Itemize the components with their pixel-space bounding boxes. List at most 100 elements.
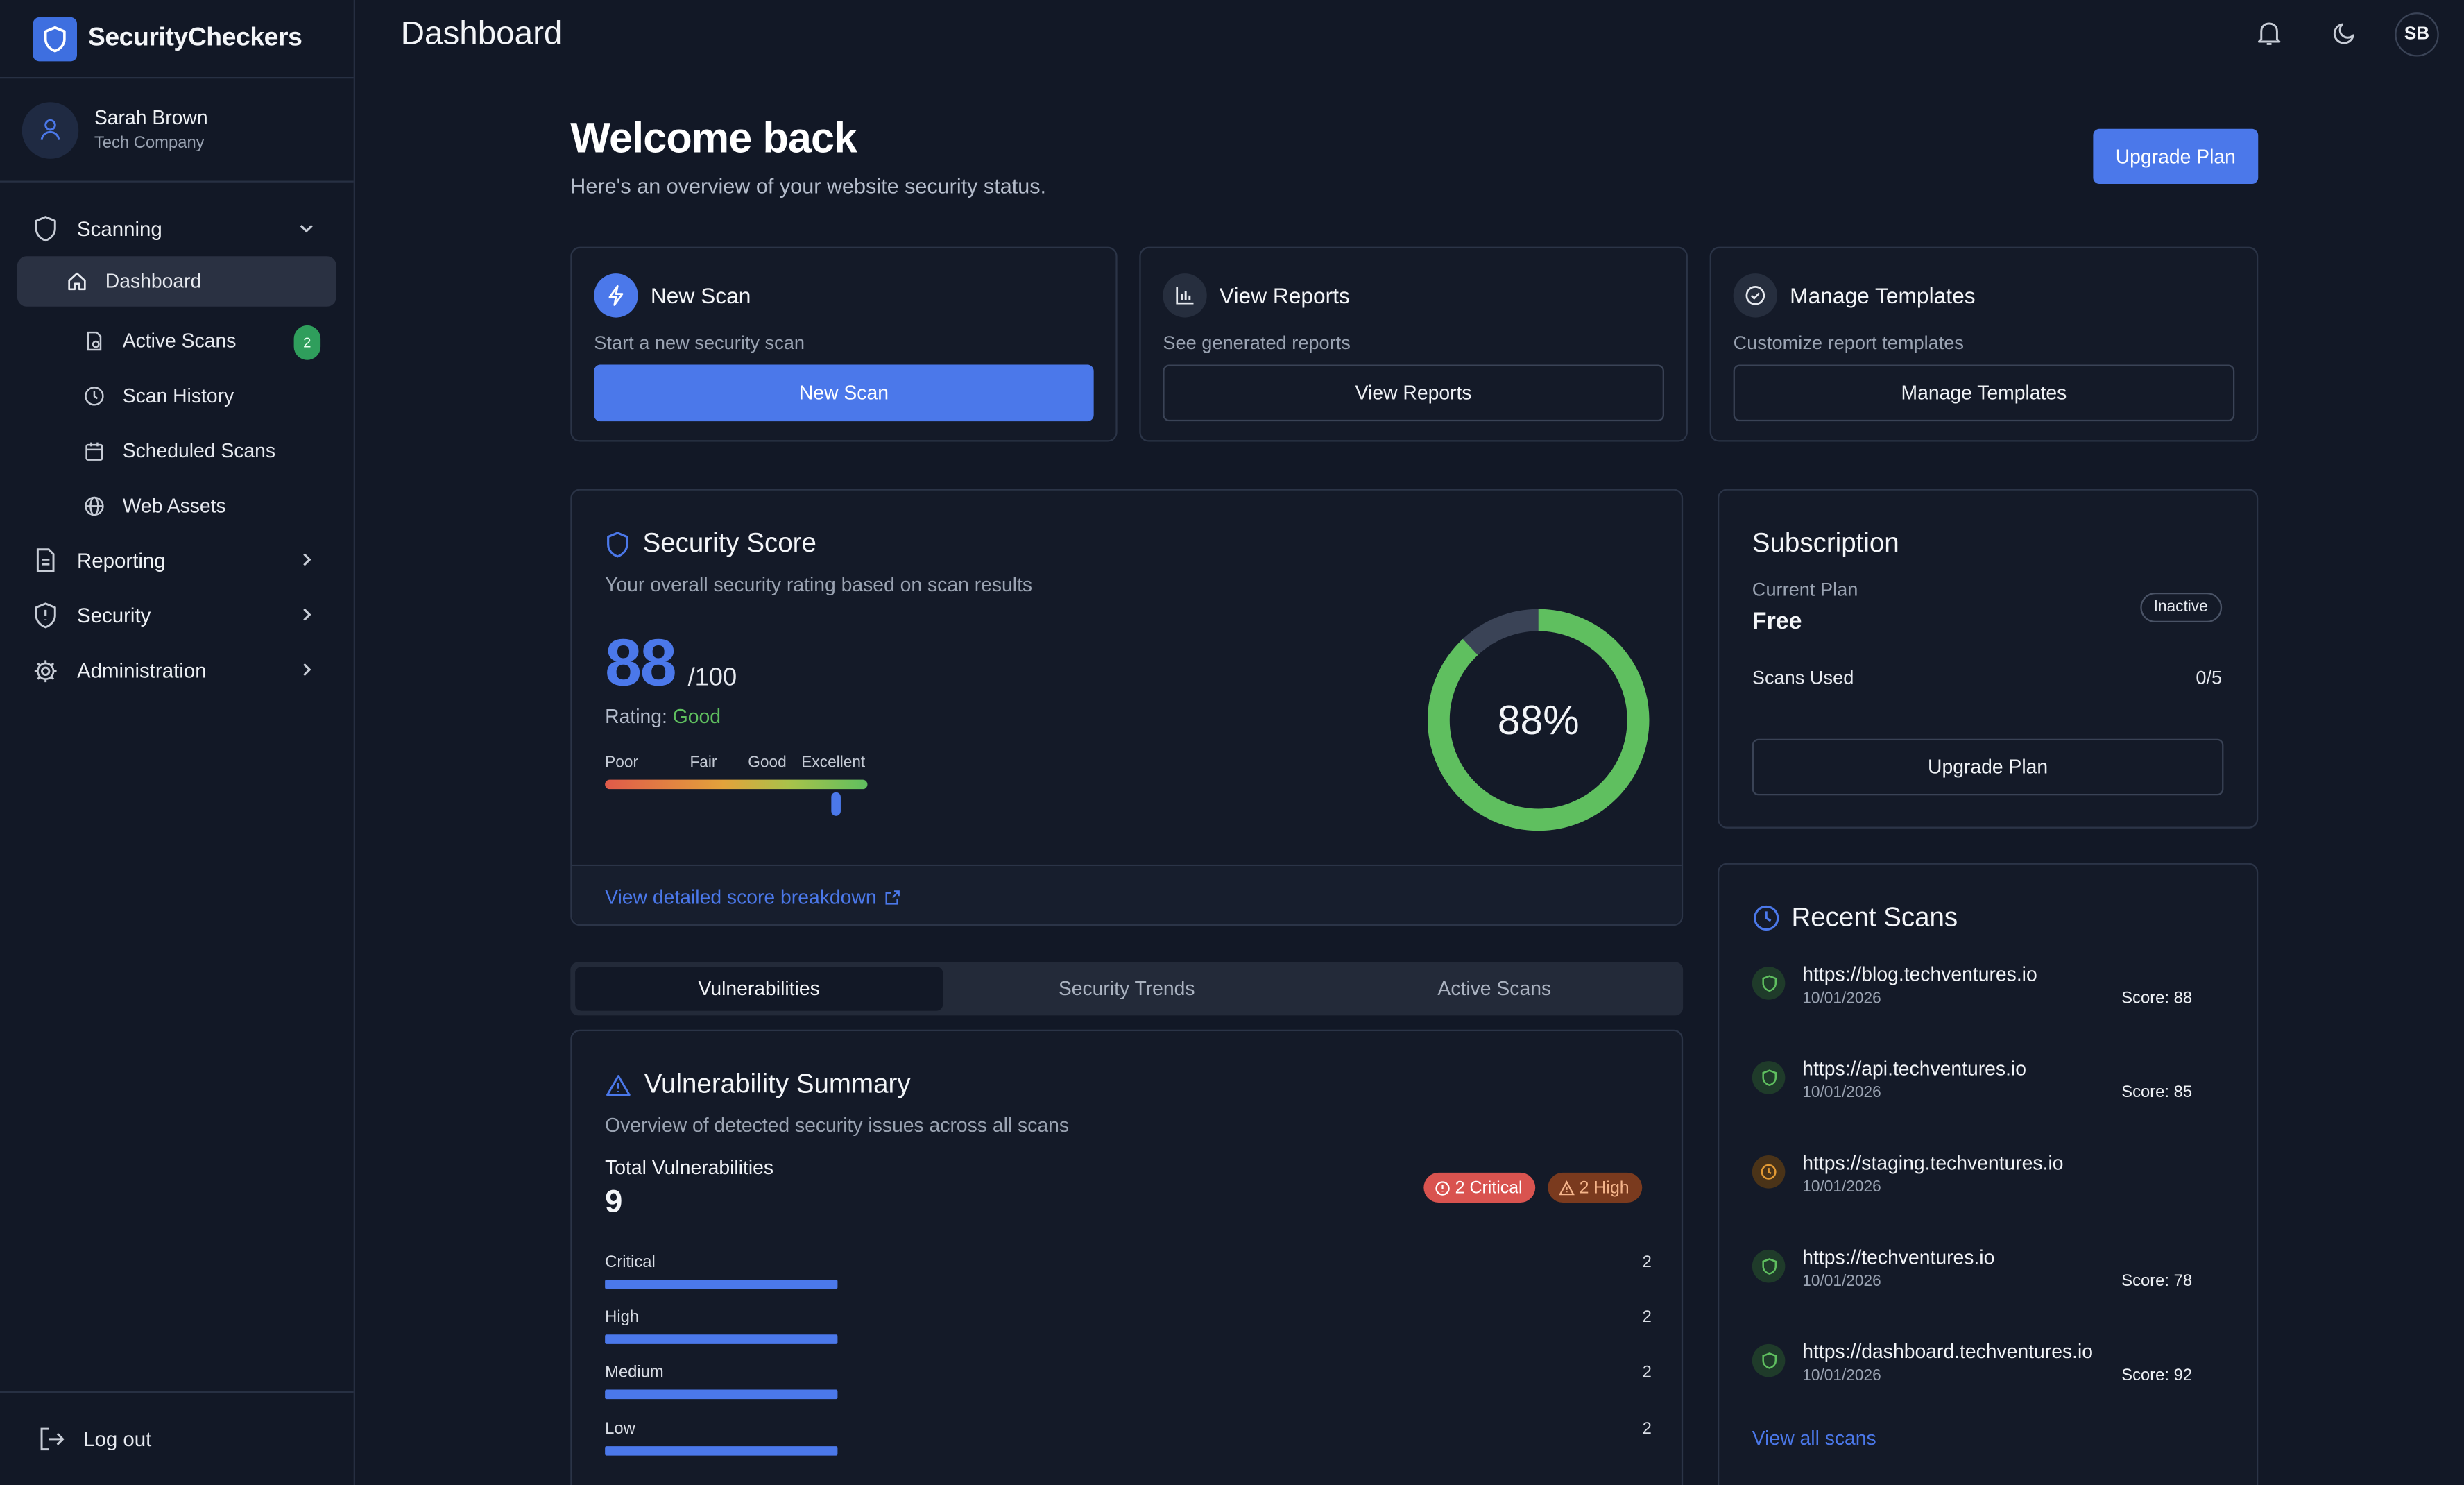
top-bar: Dashboard SB — [355, 0, 2464, 71]
high-count-badge: 2 High — [1548, 1172, 1642, 1203]
dashboard-tabs: Vulnerabilities Security Trends Active S… — [570, 962, 1684, 1016]
sidebar-item-scheduled-scans[interactable]: Scheduled Scans — [17, 423, 336, 477]
logout-label: Log out — [83, 1427, 152, 1451]
user-avatar[interactable]: SB — [2395, 12, 2439, 57]
score-breakdown-link[interactable]: View detailed score breakdown — [605, 886, 900, 909]
clock-icon — [1752, 904, 1781, 933]
link-label: View detailed score breakdown — [605, 886, 877, 909]
manage-templates-card: Manage Templates Customize report templa… — [1709, 246, 2259, 442]
chevron-right-icon — [297, 550, 316, 569]
vuln-row-count: 2 — [1642, 1363, 1652, 1382]
vuln-row-label: Low — [605, 1419, 635, 1439]
sidebar: SecurityCheckers Sarah Brown Tech Compan… — [0, 0, 355, 1485]
recent-scan-date: 10/01/2026 — [1802, 1273, 1881, 1291]
manage-templates-button[interactable]: Manage Templates — [1733, 364, 2235, 422]
nav-group-scanning[interactable]: Scanning — [0, 201, 354, 256]
moon-icon[interactable] — [2332, 19, 2359, 46]
recent-scan-item[interactable]: https://techventures.io 10/01/2026 Score… — [1752, 1246, 2192, 1309]
sidebar-item-label: Web Assets — [122, 494, 226, 517]
active-scans-count-badge: 2 — [293, 325, 321, 360]
recent-scans-card: Recent Scans https://blog.techventures.i… — [1717, 863, 2259, 1485]
chevron-right-icon — [297, 605, 316, 624]
scans-used-label: Scans Used — [1752, 666, 1854, 689]
card-title: New Scan — [650, 282, 751, 308]
external-link-icon — [884, 890, 900, 906]
scale-label-good: Good — [748, 754, 787, 772]
bell-icon[interactable] — [2257, 19, 2282, 47]
new-scan-card: New Scan Start a new security scan New S… — [570, 246, 1118, 442]
vulnerability-summary-card: Vulnerability Summary Overview of detect… — [570, 1029, 1684, 1485]
sidebar-item-label: Dashboard — [105, 270, 202, 293]
high-pill-label: 2 High — [1579, 1178, 1629, 1198]
sidebar-item-scan-history[interactable]: Scan History — [17, 368, 336, 423]
document-icon — [33, 547, 60, 574]
rating-gradient-bar — [605, 779, 868, 790]
clock-icon — [83, 384, 105, 407]
security-score-title: Security Score — [642, 528, 816, 559]
user-name: Sarah Brown — [94, 107, 208, 129]
logout-button[interactable]: Log out — [0, 1391, 354, 1485]
recent-scan-date: 10/01/2026 — [1802, 990, 1881, 1008]
sidebar-item-dashboard[interactable]: Dashboard — [17, 256, 336, 307]
nav-group-reporting[interactable]: Reporting — [0, 533, 354, 588]
vulnerability-summary-title: Vulnerability Summary — [644, 1069, 911, 1099]
bar-chart-icon — [1163, 273, 1207, 318]
tab-vulnerabilities[interactable]: Vulnerabilities — [575, 967, 943, 1011]
donut-percent-label: 88% — [1498, 698, 1580, 743]
gear-icon — [33, 658, 60, 683]
tab-security-trends[interactable]: Security Trends — [943, 967, 1310, 1010]
sidebar-nav: Scanning Dashboard Active Scans 2 Scan H… — [0, 183, 354, 698]
recent-scan-url: https://techventures.io — [1802, 1246, 1995, 1269]
recent-scan-item[interactable]: https://dashboard.techventures.io 10/01/… — [1752, 1341, 2192, 1404]
recent-scan-item[interactable]: https://blog.techventures.io 10/01/2026 … — [1752, 964, 2192, 1027]
sidebar-item-label: Active Scans — [122, 329, 237, 352]
warning-icon — [1559, 1180, 1575, 1196]
nav-group-label: Security — [76, 603, 151, 627]
critical-pill-label: 2 Critical — [1455, 1178, 1523, 1198]
warning-triangle-icon — [605, 1073, 632, 1096]
upgrade-plan-button[interactable]: Upgrade Plan — [2093, 128, 2259, 185]
vuln-row-bar — [605, 1279, 838, 1289]
tab-active-scans[interactable]: Active Scans — [1310, 967, 1678, 1010]
check-circle-icon — [1733, 273, 1778, 318]
nav-group-security[interactable]: Security — [0, 588, 354, 643]
sidebar-item-active-scans[interactable]: Active Scans 2 — [17, 313, 336, 368]
vuln-row-bar — [605, 1446, 838, 1456]
view-reports-button[interactable]: View Reports — [1163, 364, 1664, 422]
view-all-scans-link[interactable]: View all scans — [1752, 1427, 1876, 1450]
shield-check-icon — [1752, 1061, 1786, 1094]
recent-scans-title: Recent Scans — [1791, 902, 1958, 933]
vuln-row-label: Medium — [605, 1363, 664, 1382]
recent-scan-score: Score: 85 — [2121, 1083, 2193, 1102]
recent-scan-item[interactable]: https://staging.techventures.io 10/01/20… — [1752, 1152, 2192, 1215]
user-profile[interactable]: Sarah Brown Tech Company — [0, 78, 354, 183]
sidebar-item-label: Scan History — [122, 384, 234, 407]
alert-circle-icon — [1435, 1180, 1451, 1196]
user-avatar-icon — [22, 101, 79, 158]
nav-group-administration[interactable]: Administration — [0, 643, 354, 698]
sidebar-item-web-assets[interactable]: Web Assets — [17, 478, 336, 533]
shield-icon — [33, 215, 60, 242]
recent-scan-url: https://dashboard.techventures.io — [1802, 1341, 2094, 1364]
calendar-icon — [83, 439, 105, 461]
vulnerability-summary-subtitle: Overview of detected security issues acr… — [605, 1114, 1070, 1137]
recent-scan-url: https://blog.techventures.io — [1802, 963, 2037, 986]
total-vulnerabilities-value: 9 — [605, 1185, 623, 1220]
card-description: See generated reports — [1163, 331, 1351, 354]
recent-scan-item[interactable]: https://api.techventures.io 10/01/2026 S… — [1752, 1058, 2192, 1121]
view-reports-card: View Reports See generated reports View … — [1139, 246, 1688, 442]
vuln-row-label: High — [605, 1307, 640, 1327]
vuln-row-bar — [605, 1389, 838, 1400]
card-description: Start a new security scan — [594, 331, 805, 354]
recent-scan-score: Score: 78 — [2121, 1271, 2193, 1291]
scale-label-poor: Poor — [605, 754, 638, 772]
scans-used-value: 0/5 — [2196, 666, 2223, 689]
rating-label: Rating: — [605, 706, 667, 728]
new-scan-button[interactable]: New Scan — [594, 364, 1094, 422]
card-title: Manage Templates — [1790, 282, 1976, 308]
subscription-upgrade-button[interactable]: Upgrade Plan — [1752, 738, 2224, 796]
chevron-down-icon — [297, 219, 316, 237]
brand[interactable]: SecurityCheckers — [0, 0, 354, 79]
lightning-icon — [594, 273, 638, 318]
shield-alert-icon — [33, 602, 60, 629]
